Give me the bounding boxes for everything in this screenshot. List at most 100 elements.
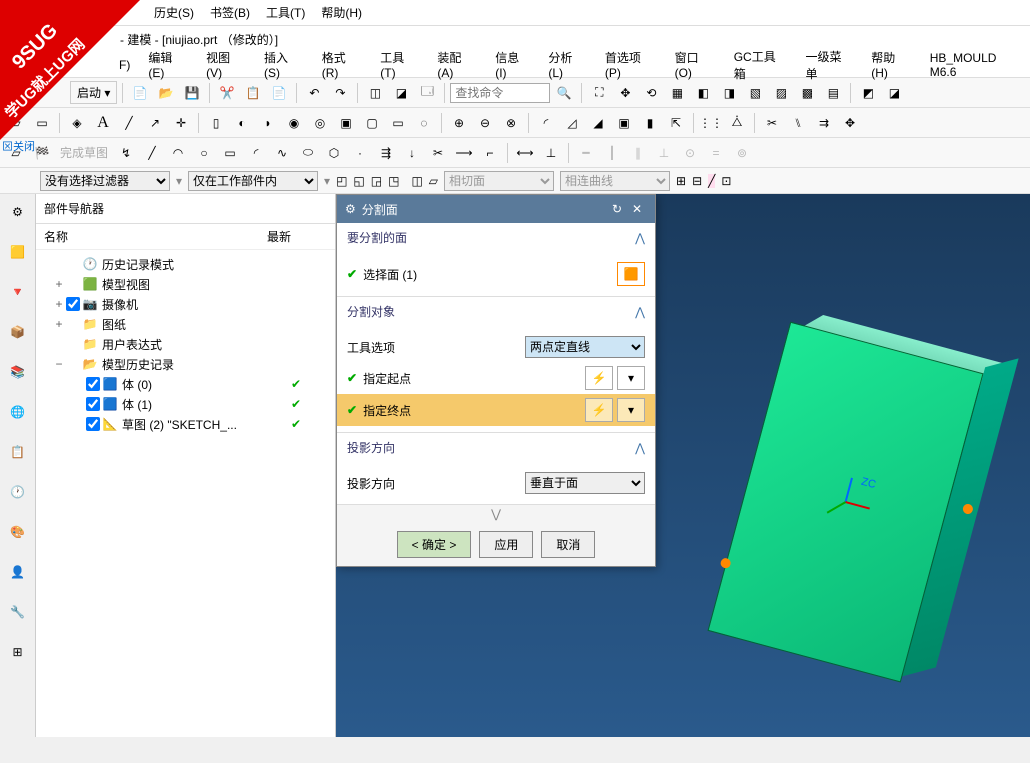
tab-reuse-icon[interactable]: 📚	[4, 358, 32, 386]
apply-button[interactable]: 应用	[479, 531, 533, 558]
text-icon[interactable]: A	[91, 111, 115, 135]
navigator-tree[interactable]: 🕐 历史记录模式 + 🟩 模型视图 + 📷 摄像机 + 📁 图纸 📁 用户表达式…	[36, 250, 335, 438]
unite-icon[interactable]: ⊕	[447, 111, 471, 135]
pad-icon[interactable]: ▢	[360, 111, 384, 135]
new-icon[interactable]: 📄	[128, 81, 152, 105]
arc-icon[interactable]: ◠	[166, 141, 190, 165]
horiz-icon[interactable]: ━	[574, 141, 598, 165]
filter-end2-icon[interactable]: ⊟	[692, 174, 702, 188]
cut-icon[interactable]: ✂️	[215, 81, 239, 105]
section-icon[interactable]: ◩	[856, 81, 880, 105]
menu-hbmould[interactable]: HB_MOULD M6.6	[926, 49, 1030, 81]
project-icon[interactable]: ↓	[400, 141, 424, 165]
filter-btn1-icon[interactable]: ◰	[336, 174, 347, 188]
menu-edit[interactable]: 编辑(E)	[144, 47, 192, 82]
rect-icon[interactable]: ▭	[218, 141, 242, 165]
tab-system-icon[interactable]: ⊞	[4, 638, 32, 666]
filter-select-3[interactable]: 相切面	[444, 171, 554, 191]
copy-icon[interactable]: 📋	[241, 81, 265, 105]
thicken-icon[interactable]: ▮	[638, 111, 662, 135]
line2-icon[interactable]: ╱	[140, 141, 164, 165]
sketch-icon[interactable]: ▱	[4, 111, 28, 135]
tab-tool-icon[interactable]: 🔧	[4, 598, 32, 626]
select-face-button[interactable]: 🟧	[617, 262, 645, 286]
groove-icon[interactable]: ◌	[412, 111, 436, 135]
mirror-icon[interactable]: ⧊	[725, 111, 749, 135]
menu-analysis[interactable]: 分析(L)	[544, 47, 590, 82]
tool-option-select[interactable]: 两点定直线	[525, 336, 645, 358]
filter-btn4-icon[interactable]: ◳	[388, 174, 399, 188]
menu-help2[interactable]: 帮助(H)	[867, 47, 915, 82]
tree-checkbox[interactable]	[86, 417, 100, 431]
menu-prefs[interactable]: 首选项(P)	[601, 47, 661, 82]
ellipse-icon[interactable]: ⬭	[296, 141, 320, 165]
shaded-icon[interactable]: ◧	[691, 81, 715, 105]
cancel-button[interactable]: 取消	[541, 531, 595, 558]
tab-web-icon[interactable]: 🌐	[4, 398, 32, 426]
chamfer-icon[interactable]: ◿	[560, 111, 584, 135]
tree-item[interactable]: 🟦 体 (1) ✔	[40, 394, 331, 414]
filter-cube-icon[interactable]: ◫	[411, 174, 422, 188]
filter-select-1[interactable]: 没有选择过滤器	[40, 171, 170, 191]
constraint-icon[interactable]: ⊥	[539, 141, 563, 165]
fit-icon[interactable]: ⛶	[587, 81, 611, 105]
menu-info[interactable]: 信息(I)	[491, 47, 534, 82]
tree-item[interactable]: 📐 草图 (2) "SKETCH_... ✔	[40, 414, 331, 434]
slot-icon[interactable]: ▭	[386, 111, 410, 135]
tab-clock-icon[interactable]: 🕐	[4, 478, 32, 506]
tab-color-icon[interactable]: 🎨	[4, 518, 32, 546]
revolve-icon[interactable]: ◐	[230, 111, 254, 135]
menu-gctools[interactable]: GC工具箱	[730, 46, 792, 84]
tangent-icon[interactable]: ⊙	[678, 141, 702, 165]
ok-button[interactable]: < 确定 >	[397, 531, 472, 558]
menu-tools2[interactable]: 工具(T)	[376, 47, 423, 82]
tree-item[interactable]: 🟦 体 (0) ✔	[40, 374, 331, 394]
section-projection-header[interactable]: 投影方向⋀	[337, 433, 655, 462]
vert-icon[interactable]: ┃	[600, 141, 624, 165]
render2-icon[interactable]: ▨	[769, 81, 793, 105]
draft-icon[interactable]: ◢	[586, 111, 610, 135]
hidden-icon[interactable]: ◨	[717, 81, 741, 105]
tab-assembly-icon[interactable]: 🟨	[4, 238, 32, 266]
intersect-icon[interactable]: ⊗	[499, 111, 523, 135]
filter-end4-icon[interactable]: ⊡	[721, 174, 731, 188]
menu-level1[interactable]: 一级菜单	[801, 46, 857, 84]
corner-icon[interactable]: ⌐	[478, 141, 502, 165]
layer-icon[interactable]: ▤	[821, 81, 845, 105]
paste-icon[interactable]: 📄	[267, 81, 291, 105]
scale-icon[interactable]: ⇱	[664, 111, 688, 135]
expand-icon[interactable]: −	[52, 357, 66, 371]
start-point-button[interactable]: ⚡	[585, 366, 613, 390]
pan-icon[interactable]: ✥	[613, 81, 637, 105]
tab-navigator-icon[interactable]: ⚙	[4, 198, 32, 226]
menu-tools[interactable]: 工具(T)	[262, 2, 309, 23]
profile-icon[interactable]: ↯	[114, 141, 138, 165]
menu-view[interactable]: 视图(V)	[202, 47, 250, 82]
trim-icon[interactable]: ✂	[760, 111, 784, 135]
tab-history-icon[interactable]: 📋	[4, 438, 32, 466]
expand-icon[interactable]: +	[52, 317, 66, 331]
tree-item[interactable]: − 📂 模型历史记录	[40, 354, 331, 374]
menu-format[interactable]: 格式(R)	[318, 47, 366, 82]
start-button[interactable]: 启动 ▾	[70, 81, 117, 104]
sketch2-icon[interactable]: ▱	[4, 141, 28, 165]
cube2-icon[interactable]: ◪	[389, 81, 413, 105]
finish-sketch-icon[interactable]: 🏁	[30, 141, 54, 165]
col-name[interactable]: 名称	[44, 228, 267, 245]
pattern-icon[interactable]: ⋮⋮	[699, 111, 723, 135]
tree-checkbox[interactable]	[86, 397, 100, 411]
move-icon[interactable]: ✥	[838, 111, 862, 135]
parallel-icon[interactable]: ∥	[626, 141, 650, 165]
point2-icon[interactable]: ·	[348, 141, 372, 165]
section-divide-header[interactable]: 分割对象⋀	[337, 297, 655, 326]
dialog-expand-icon[interactable]: ⋁	[337, 505, 655, 523]
point-icon[interactable]: ✛	[169, 111, 193, 135]
cube1-icon[interactable]: ◫	[363, 81, 387, 105]
axis-icon[interactable]: ↗	[143, 111, 167, 135]
filter-btn3-icon[interactable]: ◲	[371, 174, 382, 188]
tree-item[interactable]: + 📷 摄像机	[40, 294, 331, 314]
shell-icon[interactable]: ▣	[612, 111, 636, 135]
render3-icon[interactable]: ▩	[795, 81, 819, 105]
expand-icon[interactable]: +	[52, 297, 66, 311]
dialog-close-icon[interactable]: ✕	[627, 199, 647, 219]
